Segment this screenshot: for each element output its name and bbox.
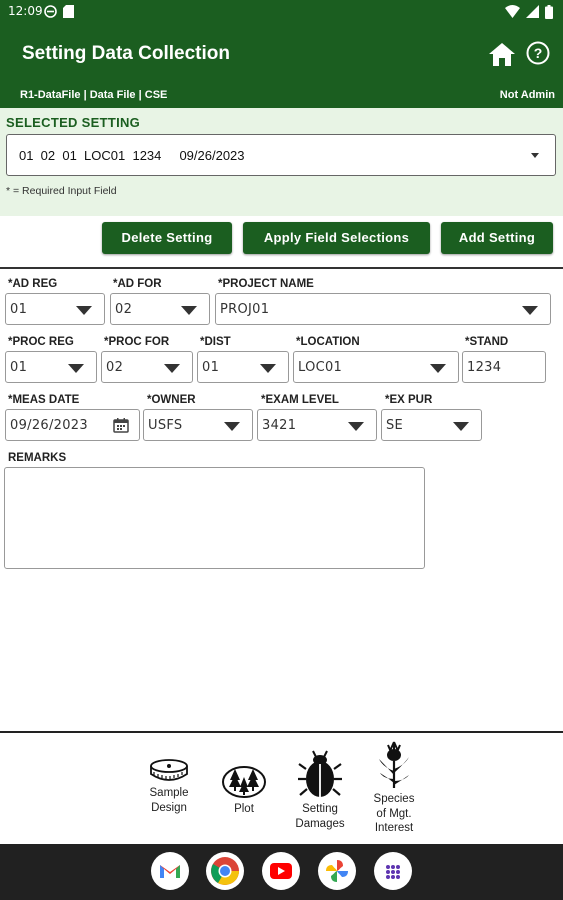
location-value: LOC01 [298, 360, 343, 375]
nav-label: Damages [295, 817, 345, 830]
sd-card-icon [63, 5, 74, 18]
owner-label: *OWNER [147, 394, 196, 406]
trees-plot-icon [222, 766, 266, 798]
selected-setting-value: 01 02 01 LOC01 1234 09/26/2023 [19, 148, 245, 163]
dist-select[interactable]: 01 [197, 351, 289, 383]
status-bar: 12:09 [0, 0, 563, 24]
ad-for-label: *AD FOR [113, 278, 162, 290]
status-time: 12:09 [8, 4, 43, 18]
proc-reg-label: *PROC REG [8, 336, 74, 348]
ad-reg-select[interactable]: 01 [5, 293, 105, 325]
dropdown-arrow-icon [453, 422, 469, 431]
exam-level-label: *EXAM LEVEL [261, 394, 339, 406]
sync-icon [44, 5, 57, 18]
dist-value: 01 [202, 360, 220, 375]
user-role: Not Admin [499, 89, 555, 101]
chevron-down-icon [531, 153, 539, 158]
dropdown-arrow-icon [76, 306, 92, 315]
nav-label: of Mgt. [376, 807, 412, 820]
dropdown-arrow-icon [181, 306, 197, 315]
battery-icon [545, 5, 553, 19]
project-name-select[interactable]: PROJ01 [215, 293, 551, 325]
dropdown-arrow-icon [164, 364, 180, 373]
delete-setting-button[interactable]: Delete Setting [102, 222, 232, 254]
wifi-icon [505, 5, 520, 18]
meas-date-label: *MEAS DATE [8, 394, 80, 406]
meas-date-value: 09/26/2023 [10, 418, 88, 433]
nav-label: Plot [234, 803, 254, 815]
datafile-breadcrumb: R1-DataFile | Data File | CSE [20, 89, 168, 101]
nav-plot[interactable]: Plot [217, 761, 271, 817]
location-select[interactable]: LOC01 [293, 351, 459, 383]
app-drawer-icon[interactable] [374, 852, 412, 890]
apply-field-selections-button[interactable]: Apply Field Selections [243, 222, 430, 254]
calendar-icon[interactable] [113, 417, 129, 433]
proc-for-select[interactable]: 02 [101, 351, 193, 383]
proc-reg-select[interactable]: 01 [5, 351, 97, 383]
thistle-icon [379, 741, 409, 788]
youtube-icon[interactable] [262, 852, 300, 890]
location-label: *LOCATION [296, 336, 360, 348]
photos-icon[interactable] [318, 852, 356, 890]
ex-pur-select[interactable]: SE [381, 409, 482, 441]
stand-value: 1234 [467, 360, 502, 375]
ad-reg-value: 01 [10, 302, 28, 317]
nav-label: Species [373, 793, 415, 805]
required-field-note: * = Required Input Field [6, 185, 117, 197]
ad-for-value: 02 [115, 302, 133, 317]
form-divider [0, 267, 563, 269]
app-bar: Setting Data Collection ? R1-DataFile | … [0, 24, 563, 108]
nav-sample-design[interactable]: Sample Design [140, 757, 198, 815]
selected-setting-panel: SELECTED SETTING 01 02 01 LOC01 1234 09/… [0, 108, 563, 216]
beetle-icon [298, 750, 342, 797]
home-icon[interactable] [488, 41, 516, 67]
proc-reg-value: 01 [10, 360, 28, 375]
stand-input[interactable]: 1234 [462, 351, 546, 383]
system-dock [0, 844, 563, 900]
project-name-label: *PROJECT NAME [218, 278, 314, 290]
ex-pur-value: SE [386, 418, 404, 433]
dist-label: *DIST [200, 336, 231, 348]
project-name-value: PROJ01 [220, 302, 270, 317]
owner-select[interactable]: USFS [143, 409, 253, 441]
page-title: Setting Data Collection [22, 43, 230, 64]
add-setting-button[interactable]: Add Setting [441, 222, 553, 254]
remarks-label: REMARKS [8, 452, 67, 464]
owner-value: USFS [148, 418, 183, 433]
remarks-textarea[interactable] [4, 467, 425, 569]
selected-setting-dropdown[interactable]: 01 02 01 LOC01 1234 09/26/2023 [6, 134, 556, 176]
chrome-icon[interactable] [206, 852, 244, 890]
tape-measure-icon [150, 759, 188, 781]
stand-label: *STAND [465, 336, 509, 348]
nav-label: Setting [302, 803, 338, 815]
exam-level-select[interactable]: 3421 [257, 409, 377, 441]
dropdown-arrow-icon [348, 422, 364, 431]
dropdown-arrow-icon [68, 364, 84, 373]
nav-label: Sample [149, 787, 189, 799]
dropdown-arrow-icon [224, 422, 240, 431]
ad-for-select[interactable]: 02 [110, 293, 210, 325]
meas-date-input[interactable]: 09/26/2023 [5, 409, 140, 441]
proc-for-value: 02 [106, 360, 124, 375]
gmail-icon[interactable] [151, 852, 189, 890]
nav-species-of-mgt-interest[interactable]: Species of Mgt. Interest [366, 739, 422, 836]
nav-label: Interest [374, 822, 414, 834]
exam-level-value: 3421 [262, 418, 297, 433]
nav-label: Design [151, 801, 187, 814]
svg-text:?: ? [534, 45, 543, 61]
selected-setting-label: SELECTED SETTING [6, 115, 141, 130]
bottom-navigation: Sample Design Plot Setting Damages Speci… [0, 733, 563, 844]
ex-pur-label: *EX PUR [385, 394, 433, 406]
dropdown-arrow-icon [260, 364, 276, 373]
proc-for-label: *PROC FOR [104, 336, 170, 348]
help-icon[interactable]: ? [526, 41, 550, 65]
signal-icon [526, 5, 539, 18]
dropdown-arrow-icon [522, 306, 538, 315]
nav-setting-damages[interactable]: Setting Damages [290, 747, 350, 831]
ad-reg-label: *AD REG [8, 278, 58, 290]
dropdown-arrow-icon [430, 364, 446, 373]
